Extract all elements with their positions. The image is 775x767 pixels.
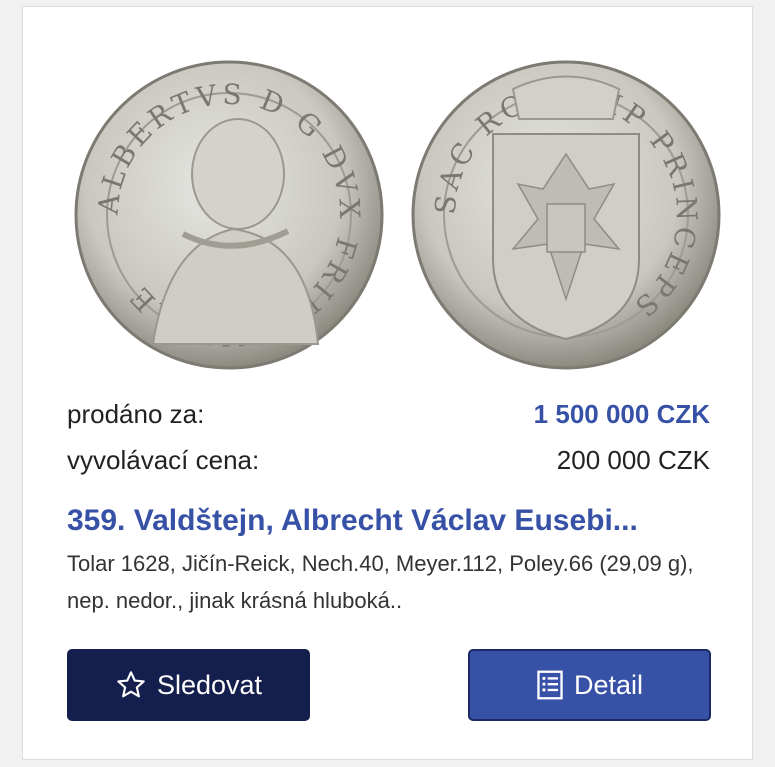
sold-price-value: 1 500 000 CZK [533, 399, 710, 429]
starting-price-label: vyvolávací cena: [67, 445, 260, 475]
coin-obverse: ALBERTVS D G DVX FRIDLANDIAE [74, 60, 384, 370]
detail-button-label: Detail [573, 669, 644, 700]
coin-images[interactable]: ALBERTVS D G DVX FRIDLANDIAE SAC ROM IMP… [73, 59, 723, 371]
sold-price-row: prodáno za: 1 500 000 CZK [67, 399, 710, 430]
starting-price-row: vyvolávací cena: 200 000 CZK [67, 445, 710, 476]
follow-button[interactable]: Sledovat [67, 649, 310, 721]
follow-button-label: Sledovat [156, 669, 263, 700]
coin-reverse: SAC ROM IMP PRINCEPS [411, 60, 721, 370]
lot-card: ALBERTVS D G DVX FRIDLANDIAE SAC ROM IMP… [22, 6, 753, 760]
starting-price-value: 200 000 CZK [556, 445, 710, 475]
sold-price-label: prodáno za: [67, 399, 205, 429]
coin-photo: ALBERTVS D G DVX FRIDLANDIAE SAC ROM IMP… [74, 60, 721, 370]
list-document-icon [536, 670, 564, 700]
lot-title-link[interactable]: 359. Valdštejn, Albrecht Václav Eusebi..… [67, 504, 717, 538]
star-outline-icon [115, 669, 147, 701]
lot-description: Tolar 1628, Jičín-Reick, Nech.40, Meyer.… [67, 551, 694, 613]
detail-button[interactable]: Detail [468, 649, 711, 721]
